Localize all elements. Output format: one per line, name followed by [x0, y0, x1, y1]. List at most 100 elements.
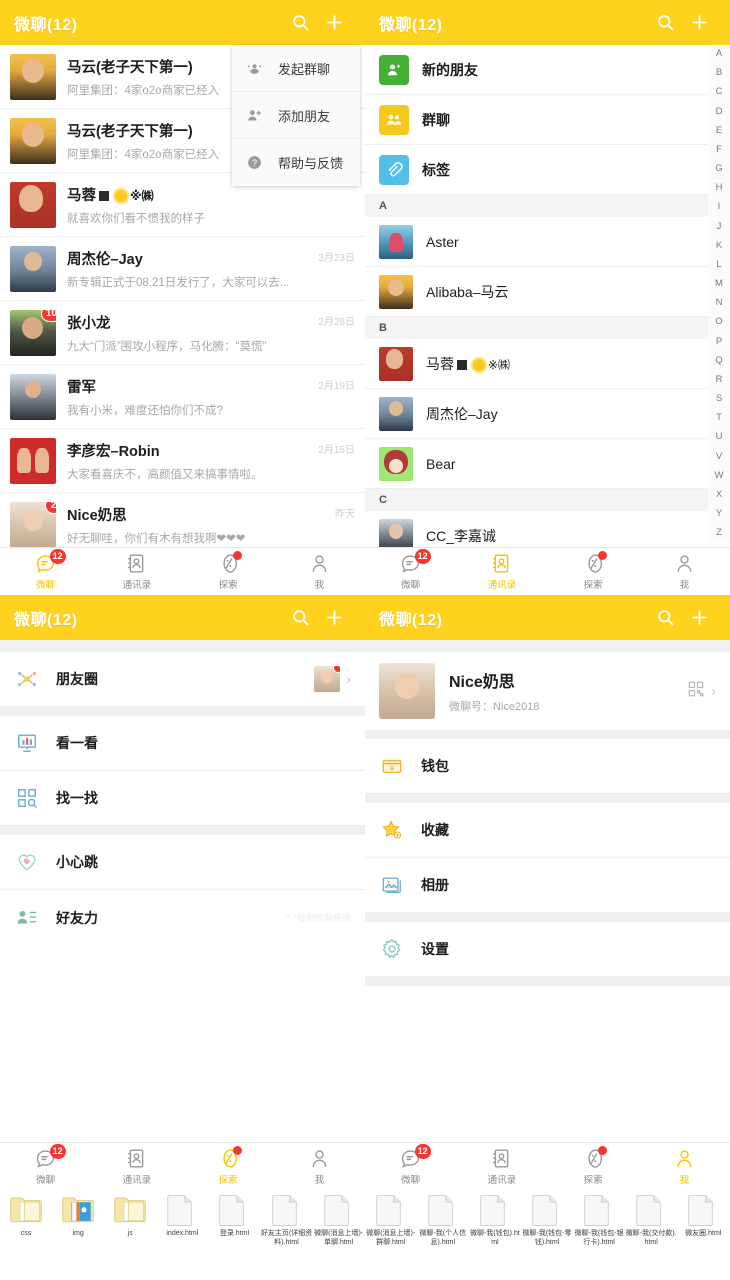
- index-letter-L[interactable]: L: [716, 260, 721, 270]
- me-row-设置[interactable]: 设置: [365, 922, 730, 977]
- discover-row-朋友圈[interactable]: 朋友圈 ›: [0, 652, 365, 707]
- index-letter-W[interactable]: W: [715, 471, 724, 481]
- chat-list-item[interactable]: 李彦宏–Robin 大家看喜庆不，高颜值又来搞事情啦。 2月15日: [0, 429, 365, 493]
- file-item[interactable]: js: [104, 1190, 156, 1280]
- index-letter-B[interactable]: B: [716, 68, 722, 78]
- tab-微聊[interactable]: 12 微聊: [365, 548, 456, 595]
- index-letter-F[interactable]: F: [716, 145, 722, 155]
- index-letter-C[interactable]: C: [716, 87, 723, 97]
- plus-icon[interactable]: [682, 601, 716, 635]
- contacts-entry-群聊[interactable]: 群聊: [365, 95, 730, 145]
- tab-bar-me[interactable]: 12 微聊 通讯录 探索 我: [365, 1142, 730, 1190]
- index-letter-S[interactable]: S: [716, 394, 722, 404]
- tab-我[interactable]: 我: [639, 1143, 730, 1190]
- file-item[interactable]: 微聊-我(个人信息).html: [417, 1190, 469, 1280]
- contacts-entry-新的朋友[interactable]: 新的朋友: [365, 45, 730, 95]
- file-item[interactable]: 微聊-我(钱包-银行卡).html: [573, 1190, 625, 1280]
- qr-code-icon[interactable]: [687, 680, 705, 703]
- file-item[interactable]: index.html: [156, 1190, 208, 1280]
- tab-探索[interactable]: 探索: [548, 548, 639, 595]
- file-item[interactable]: 登录.html: [208, 1190, 260, 1280]
- tab-通讯录[interactable]: 通讯录: [91, 1143, 182, 1190]
- plus-icon[interactable]: [682, 6, 716, 40]
- me-row-钱包[interactable]: ¥ 钱包: [365, 739, 730, 794]
- chat-list-item[interactable]: 周杰伦–Jay 新专辑正式于08.21日发行了，大家可以去... 3月23日: [0, 237, 365, 301]
- index-letter-D[interactable]: D: [716, 107, 723, 117]
- tab-通讯录[interactable]: 通讯录: [456, 548, 547, 595]
- tab-我[interactable]: 我: [639, 548, 730, 595]
- tab-微聊[interactable]: 12 微聊: [365, 1143, 456, 1190]
- tab-badge: 12: [414, 548, 431, 564]
- tab-我[interactable]: 我: [274, 1143, 365, 1190]
- me-row-收藏[interactable]: 收藏: [365, 803, 730, 858]
- moments-thumbnail[interactable]: [314, 666, 340, 692]
- file-item[interactable]: img: [52, 1190, 104, 1280]
- index-letter-V[interactable]: V: [716, 452, 722, 462]
- contacts-entry-标签[interactable]: 标签: [365, 145, 730, 195]
- discover-row-小心跳[interactable]: 小心跳: [0, 835, 365, 890]
- tab-bar-contacts[interactable]: 12 微聊 通讯录 探索 我: [365, 547, 730, 595]
- index-letter-H[interactable]: H: [716, 183, 723, 193]
- plus-icon[interactable]: [317, 601, 351, 635]
- file-item[interactable]: 微聊(消息上墙)-群聊.html: [365, 1190, 417, 1280]
- file-item[interactable]: css: [0, 1190, 52, 1280]
- file-item[interactable]: 微聊-我(钱包).html: [469, 1190, 521, 1280]
- file-explorer-strip[interactable]: css img js index.html 登录.html 好友主页(详细资料)…: [0, 1190, 730, 1280]
- menu-item-帮助与反馈[interactable]: ? 帮助与反馈: [232, 139, 360, 186]
- discover-row-好友力[interactable]: 好友力 ^-^我相信有奇迹: [0, 890, 365, 945]
- tab-微聊[interactable]: 12 微聊: [0, 1143, 91, 1190]
- index-letter-E[interactable]: E: [716, 126, 722, 136]
- index-letter-G[interactable]: G: [715, 164, 722, 174]
- contact-row[interactable]: Aster: [365, 217, 730, 267]
- chat-timestamp: 昨天: [335, 509, 355, 520]
- tab-bar-discover[interactable]: 12 微聊 通讯录 探索 我: [0, 1142, 365, 1190]
- plus-dropdown-menu[interactable]: 发起群聊 添加朋友 ? 帮助与反馈: [232, 45, 360, 186]
- search-icon[interactable]: [283, 6, 317, 40]
- menu-item-发起群聊[interactable]: 发起群聊: [232, 45, 360, 92]
- search-icon[interactable]: [283, 601, 317, 635]
- index-letter-Q[interactable]: Q: [715, 356, 722, 366]
- index-letter-U[interactable]: U: [716, 432, 723, 442]
- alphabet-index-bar[interactable]: ABCDEFGHIJKLMNOPQRSTUVWXYZ: [708, 45, 730, 542]
- contact-row[interactable]: 周杰伦–Jay: [365, 389, 730, 439]
- index-letter-T[interactable]: T: [716, 413, 722, 423]
- me-row-相册[interactable]: 相册: [365, 858, 730, 913]
- tab-我[interactable]: 我: [274, 548, 365, 595]
- index-letter-K[interactable]: K: [716, 241, 722, 251]
- search-icon[interactable]: [648, 6, 682, 40]
- index-letter-X[interactable]: X: [716, 490, 722, 500]
- index-letter-J[interactable]: J: [717, 222, 722, 232]
- index-letter-N[interactable]: N: [716, 298, 723, 308]
- file-item[interactable]: 微聊-我(钱包-零钱).html: [521, 1190, 573, 1280]
- index-letter-Z[interactable]: Z: [716, 528, 722, 538]
- tab-微聊[interactable]: 12 微聊: [0, 548, 91, 595]
- contact-row[interactable]: Alibaba–马云: [365, 267, 730, 317]
- discover-row-看一看[interactable]: 看一看: [0, 716, 365, 771]
- search-icon[interactable]: [648, 601, 682, 635]
- tab-通讯录[interactable]: 通讯录: [456, 1143, 547, 1190]
- file-item[interactable]: 微友圈.html: [677, 1190, 729, 1280]
- tab-通讯录[interactable]: 通讯录: [91, 548, 182, 595]
- index-letter-M[interactable]: M: [715, 279, 723, 289]
- index-letter-I[interactable]: I: [718, 202, 721, 212]
- file-item[interactable]: 微聊(消息上墙)-单聊.html: [313, 1190, 365, 1280]
- chat-list-item[interactable]: 10 张小龙 九大“门派”围攻小程序，马化腾：“莫慌” 2月28日: [0, 301, 365, 365]
- index-letter-O[interactable]: O: [715, 317, 722, 327]
- tab-探索[interactable]: 探索: [548, 1143, 639, 1190]
- index-letter-P[interactable]: P: [716, 337, 722, 347]
- file-item[interactable]: 好友主页(详细资料).html: [260, 1190, 312, 1280]
- contact-row[interactable]: 马蓉 ※㈱: [365, 339, 730, 389]
- tab-探索[interactable]: 探索: [183, 1143, 274, 1190]
- tab-探索[interactable]: 探索: [183, 548, 274, 595]
- discover-row-找一找[interactable]: 找一找: [0, 771, 365, 826]
- plus-icon[interactable]: [317, 6, 351, 40]
- chat-list-item[interactable]: 雷军 我有小米，难度还怕你们不成? 2月19日: [0, 365, 365, 429]
- index-letter-Y[interactable]: Y: [716, 509, 722, 519]
- file-item[interactable]: 微聊-我(交付款).html: [625, 1190, 677, 1280]
- index-letter-R[interactable]: R: [716, 375, 723, 385]
- contact-row[interactable]: Bear: [365, 439, 730, 489]
- index-letter-A[interactable]: A: [716, 49, 722, 59]
- profile-row[interactable]: Nice奶思 微聊号：Nice2018 ›: [365, 652, 730, 730]
- menu-item-添加朋友[interactable]: 添加朋友: [232, 92, 360, 139]
- tab-bar-chats[interactable]: 12 微聊 通讯录 探索 我: [0, 547, 365, 595]
